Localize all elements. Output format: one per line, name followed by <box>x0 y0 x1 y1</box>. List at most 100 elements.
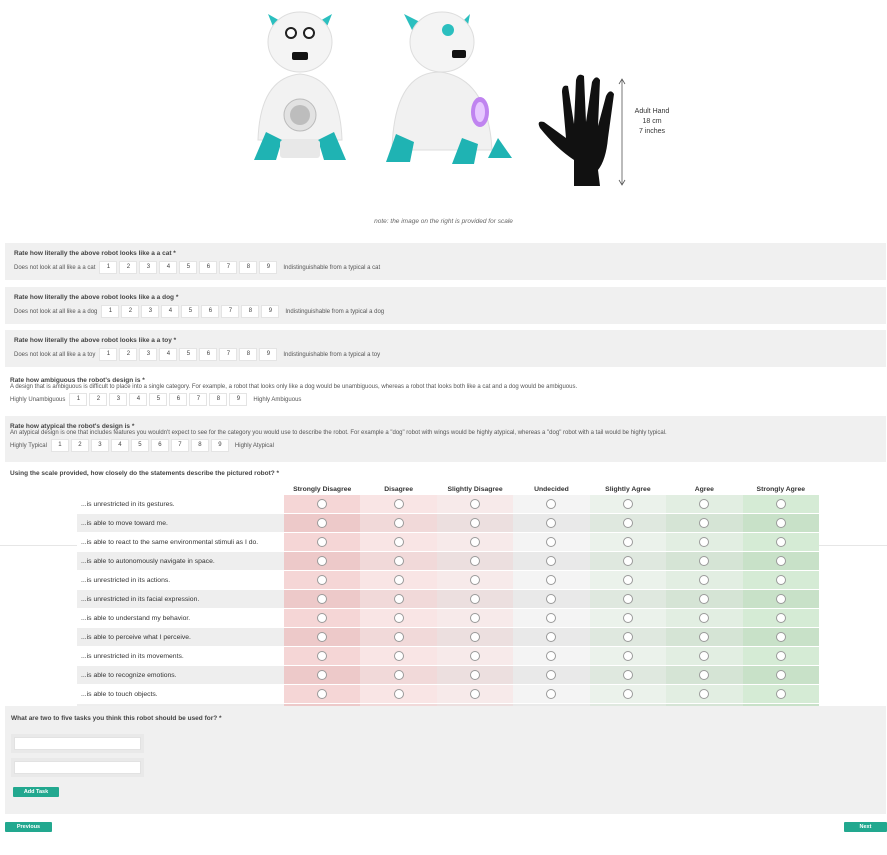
scale-option[interactable]: 2 <box>121 305 140 318</box>
scale-option[interactable]: 8 <box>241 305 260 318</box>
scale-option[interactable]: 5 <box>179 261 198 274</box>
likert-radio[interactable] <box>546 555 557 566</box>
likert-radio[interactable] <box>699 631 710 642</box>
likert-radio[interactable] <box>317 536 328 547</box>
scale-option[interactable]: 2 <box>119 348 138 361</box>
likert-radio[interactable] <box>546 650 557 661</box>
likert-radio[interactable] <box>393 650 404 661</box>
likert-radio[interactable] <box>393 517 404 528</box>
likert-radio[interactable] <box>546 669 557 680</box>
likert-radio[interactable] <box>775 574 786 585</box>
likert-radio[interactable] <box>470 669 481 680</box>
likert-radio[interactable] <box>622 688 633 699</box>
likert-radio[interactable] <box>546 536 557 547</box>
scale-option[interactable]: 9 <box>259 261 278 274</box>
scale-option[interactable]: 5 <box>149 393 168 406</box>
likert-radio[interactable] <box>470 650 481 661</box>
likert-radio[interactable] <box>699 536 710 547</box>
scale-option[interactable]: 3 <box>139 348 158 361</box>
scale-option[interactable]: 1 <box>99 261 118 274</box>
scale-option[interactable]: 5 <box>179 348 198 361</box>
likert-radio[interactable] <box>699 669 710 680</box>
likert-radio[interactable] <box>775 650 786 661</box>
scale-option[interactable]: 1 <box>69 393 88 406</box>
scale-option[interactable]: 7 <box>221 305 240 318</box>
likert-radio[interactable] <box>393 631 404 642</box>
likert-radio[interactable] <box>699 498 710 509</box>
scale-option[interactable]: 9 <box>210 439 229 452</box>
likert-radio[interactable] <box>775 593 786 604</box>
scale-option[interactable]: 9 <box>229 393 248 406</box>
likert-radio[interactable] <box>775 498 786 509</box>
task-input-1[interactable] <box>11 734 144 753</box>
scale-option[interactable]: 8 <box>239 261 258 274</box>
likert-radio[interactable] <box>622 498 633 509</box>
likert-radio[interactable] <box>546 498 557 509</box>
likert-radio[interactable] <box>470 612 481 623</box>
likert-radio[interactable] <box>470 498 481 509</box>
scale-option[interactable]: 2 <box>70 439 89 452</box>
likert-radio[interactable] <box>546 688 557 699</box>
likert-radio[interactable] <box>775 688 786 699</box>
likert-radio[interactable] <box>622 612 633 623</box>
scale-option[interactable]: 2 <box>89 393 108 406</box>
likert-radio[interactable] <box>622 669 633 680</box>
scale-option[interactable]: 8 <box>190 439 209 452</box>
likert-radio[interactable] <box>470 517 481 528</box>
scale-option[interactable]: 9 <box>261 305 280 318</box>
scale-option[interactable]: 7 <box>219 348 238 361</box>
likert-radio[interactable] <box>546 593 557 604</box>
likert-radio[interactable] <box>699 574 710 585</box>
scale-option[interactable]: 1 <box>50 439 69 452</box>
scale-option[interactable]: 6 <box>201 305 220 318</box>
likert-radio[interactable] <box>393 612 404 623</box>
scale-option[interactable]: 7 <box>219 261 238 274</box>
likert-radio[interactable] <box>699 650 710 661</box>
likert-radio[interactable] <box>775 517 786 528</box>
likert-radio[interactable] <box>546 517 557 528</box>
likert-radio[interactable] <box>317 650 328 661</box>
task-input-2[interactable] <box>11 758 144 777</box>
likert-radio[interactable] <box>393 688 404 699</box>
scale-option[interactable]: 6 <box>169 393 188 406</box>
previous-button[interactable]: Previous <box>5 822 52 832</box>
scale-option[interactable]: 3 <box>141 305 160 318</box>
likert-radio[interactable] <box>393 555 404 566</box>
scale-option[interactable]: 3 <box>109 393 128 406</box>
likert-radio[interactable] <box>317 517 328 528</box>
scale-option[interactable]: 5 <box>130 439 149 452</box>
scale-option[interactable]: 8 <box>239 348 258 361</box>
likert-radio[interactable] <box>393 536 404 547</box>
likert-radio[interactable] <box>775 612 786 623</box>
likert-radio[interactable] <box>470 688 481 699</box>
scale-option[interactable]: 6 <box>150 439 169 452</box>
likert-radio[interactable] <box>470 536 481 547</box>
likert-radio[interactable] <box>775 536 786 547</box>
scale-option[interactable]: 7 <box>189 393 208 406</box>
likert-radio[interactable] <box>470 574 481 585</box>
likert-radio[interactable] <box>317 612 328 623</box>
likert-radio[interactable] <box>470 555 481 566</box>
likert-radio[interactable] <box>393 669 404 680</box>
likert-radio[interactable] <box>317 574 328 585</box>
likert-radio[interactable] <box>317 669 328 680</box>
scale-option[interactable]: 4 <box>159 261 178 274</box>
likert-radio[interactable] <box>622 574 633 585</box>
likert-radio[interactable] <box>317 555 328 566</box>
scale-option[interactable]: 3 <box>90 439 109 452</box>
likert-radio[interactable] <box>775 669 786 680</box>
scale-option[interactable]: 7 <box>170 439 189 452</box>
likert-radio[interactable] <box>699 688 710 699</box>
scale-option[interactable]: 1 <box>99 348 118 361</box>
likert-radio[interactable] <box>622 631 633 642</box>
likert-radio[interactable] <box>317 631 328 642</box>
likert-radio[interactable] <box>317 498 328 509</box>
likert-radio[interactable] <box>699 517 710 528</box>
likert-radio[interactable] <box>393 574 404 585</box>
likert-radio[interactable] <box>393 498 404 509</box>
likert-radio[interactable] <box>699 593 710 604</box>
likert-radio[interactable] <box>775 631 786 642</box>
likert-radio[interactable] <box>317 593 328 604</box>
scale-option[interactable]: 1 <box>101 305 120 318</box>
likert-radio[interactable] <box>546 612 557 623</box>
